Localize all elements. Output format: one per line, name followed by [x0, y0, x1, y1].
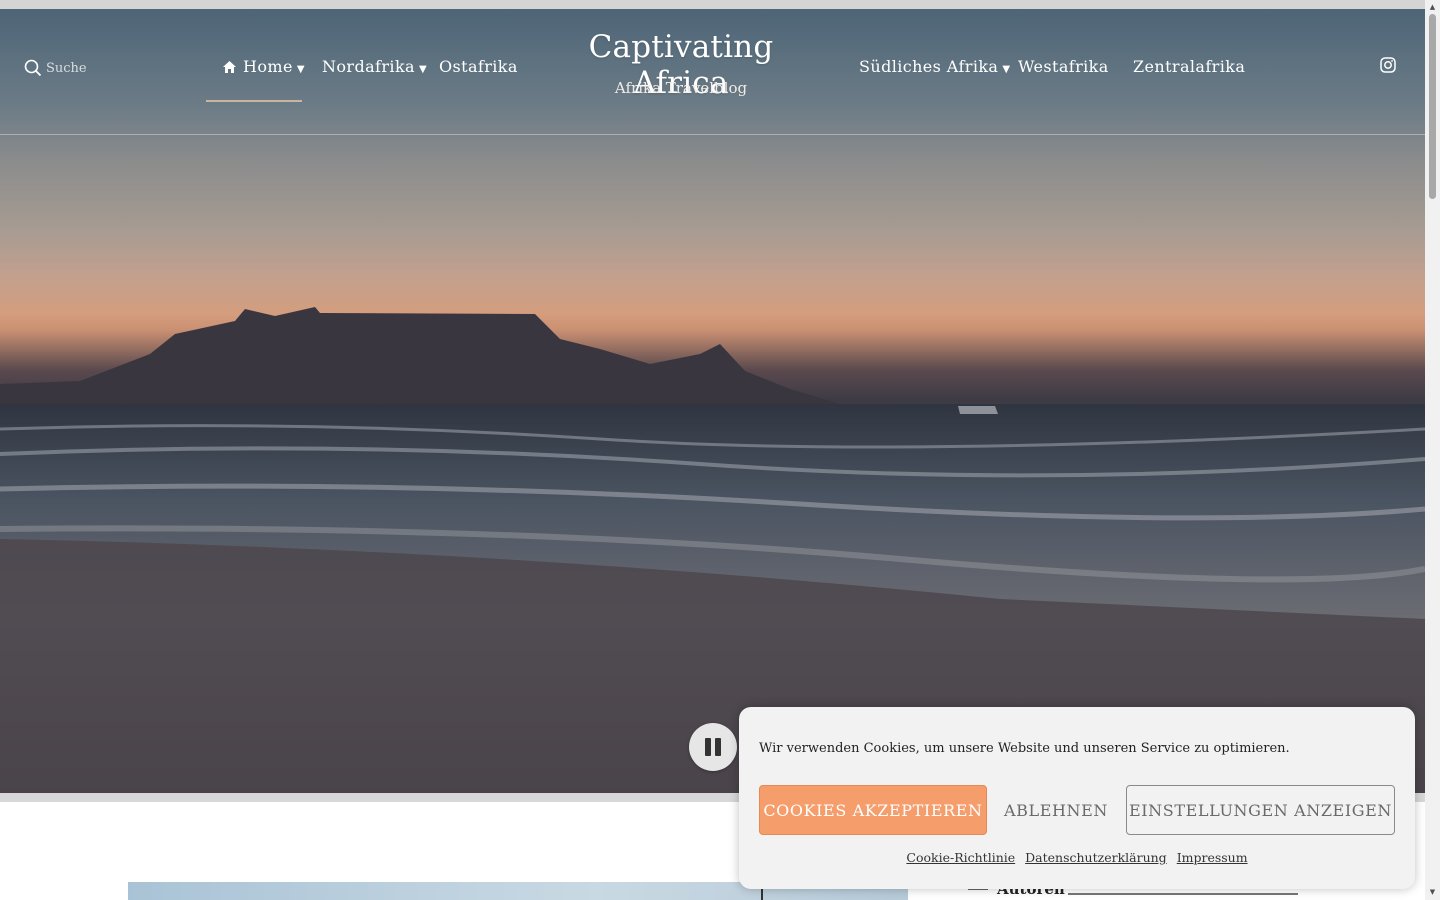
- search-box[interactable]: [24, 59, 156, 77]
- pause-icon: [715, 738, 721, 756]
- page-scrollbar[interactable]: ▲ ▼: [1425, 0, 1440, 900]
- pause-icon: [705, 738, 711, 756]
- scroll-up-icon[interactable]: ▲: [1425, 0, 1440, 15]
- scroll-down-icon[interactable]: ▼: [1425, 885, 1440, 900]
- nav-item-westafrika[interactable]: Westafrika: [1018, 57, 1109, 76]
- chevron-down-icon: ▼: [296, 63, 305, 75]
- home-icon: [222, 60, 237, 74]
- cookie-links: Cookie-Richtlinie Datenschutzerklärung I…: [739, 850, 1415, 865]
- scrollbar-thumb[interactable]: [1429, 14, 1436, 199]
- site-subtitle: Afrika Travelblog: [614, 79, 748, 97]
- nav-label: Home: [243, 57, 293, 76]
- privacy-policy-link[interactable]: Datenschutzerklärung: [1025, 850, 1167, 865]
- nav-label: Zentralafrika: [1133, 57, 1246, 76]
- accept-cookies-button[interactable]: COOKIES AKZEPTIEREN: [759, 785, 987, 835]
- top-strip: [0, 0, 1425, 9]
- site-header: Home ▼ Nordafrika ▼ Ostafrika Captivatin…: [0, 9, 1425, 135]
- search-icon[interactable]: [24, 59, 42, 77]
- cookie-message: Wir verwenden Cookies, um unsere Website…: [759, 741, 1290, 756]
- widget-title-line: [1068, 893, 1298, 895]
- nav-label: Westafrika: [1018, 57, 1109, 76]
- nav-item-home[interactable]: Home ▼: [222, 57, 305, 76]
- nav-label: Südliches Afrika: [859, 57, 999, 76]
- video-pause-button[interactable]: [689, 723, 737, 771]
- nav-item-zentralafrika[interactable]: Zentralafrika: [1133, 57, 1245, 76]
- cookie-settings-button[interactable]: EINSTELLUNGEN ANZEIGEN: [1126, 785, 1395, 835]
- chevron-down-icon: ▼: [1002, 63, 1011, 75]
- hero-video: Home ▼ Nordafrika ▼ Ostafrika Captivatin…: [0, 9, 1425, 793]
- nav-label: Ostafrika: [439, 57, 518, 76]
- nav-item-nordafrika[interactable]: Nordafrika ▼: [322, 57, 427, 76]
- chevron-down-icon: ▼: [418, 63, 428, 75]
- imprint-link[interactable]: Impressum: [1177, 850, 1248, 865]
- instagram-icon[interactable]: [1380, 57, 1396, 73]
- active-nav-indicator: [206, 100, 302, 102]
- cookie-policy-link[interactable]: Cookie-Richtlinie: [906, 850, 1015, 865]
- nav-item-ostafrika[interactable]: Ostafrika: [439, 57, 518, 76]
- nav-label: Nordafrika: [322, 57, 415, 76]
- deny-cookies-button[interactable]: ABLEHNEN: [995, 785, 1117, 835]
- cookie-banner: Wir verwenden Cookies, um unsere Website…: [739, 707, 1415, 889]
- search-input[interactable]: [46, 60, 156, 76]
- nav-item-suedliches-afrika[interactable]: Südliches Afrika ▼: [859, 57, 1010, 76]
